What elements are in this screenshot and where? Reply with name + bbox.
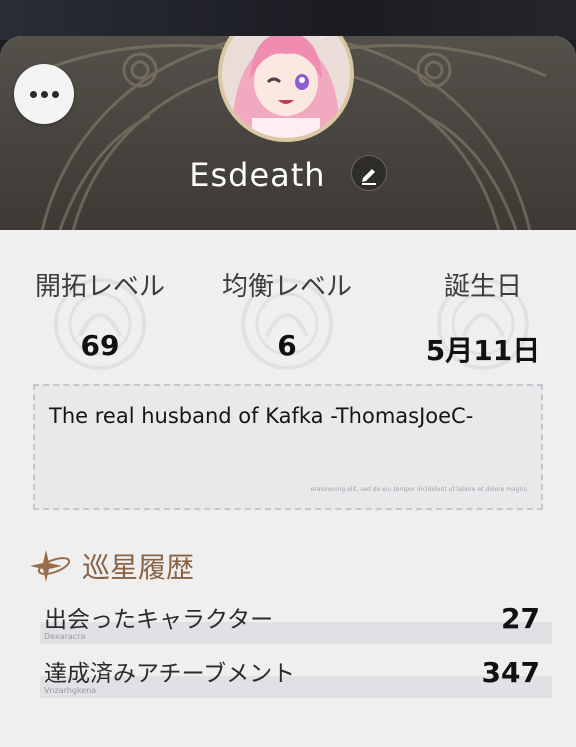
stat-label: 開拓レベル — [34, 272, 165, 302]
stat-label: 誕生日 — [443, 272, 522, 302]
stat-value: 5月11日 — [425, 334, 541, 367]
sparkle-star-icon — [30, 550, 71, 582]
history-title-text: 巡星履歴 — [82, 551, 195, 584]
stat-value: 6 — [277, 329, 297, 362]
stats-row: 開拓レベル 69 均衡レベル 6 誕生日 5月11日 — [0, 266, 576, 370]
history-section-title: 巡星履歴 — [28, 544, 194, 588]
bio-box[interactable]: The real husband of Kafka -ThomasJoeC- e… — [33, 384, 543, 510]
username: Esdeath — [189, 156, 326, 194]
bio-text: The real husband of Kafka -ThomasJoeC- — [49, 404, 474, 428]
stat-label: 均衡レベル — [221, 272, 352, 302]
row-value: 27 — [501, 602, 540, 635]
stat-value: 69 — [80, 329, 120, 362]
more-icon-dot — [51, 90, 59, 98]
bio-decoration: erasowning elit, sed do eiu tempor incid… — [310, 486, 527, 493]
avatar-character-image — [222, 36, 350, 138]
history-row-achievements: 達成済みアチーブメント Vnzarhgkena 347 — [40, 654, 552, 698]
status-bar — [0, 0, 576, 40]
stat-birthday: 誕生日 5月11日 — [398, 266, 568, 370]
row-value: 347 — [481, 656, 540, 689]
row-sublabel: Dexaracra — [44, 632, 86, 641]
row-sublabel: Vnzarhgkena — [44, 686, 97, 695]
more-icon-dot — [40, 90, 48, 98]
stat-trailblaze-level: 開拓レベル 69 — [15, 266, 185, 370]
username-row: Esdeath — [0, 154, 576, 194]
row-label: 出会ったキャラクター — [44, 607, 274, 633]
profile-card: Esdeath 開拓レベル 69 均衡レベル 6 誕生日 5月11日 The r… — [0, 36, 576, 747]
more-options-button[interactable] — [14, 64, 74, 124]
stat-equilibrium-level: 均衡レベル 6 — [202, 266, 372, 370]
more-icon — [29, 90, 37, 98]
edit-icon — [361, 169, 376, 185]
row-label: 達成済みアチーブメント — [44, 661, 296, 687]
edit-name-button[interactable] — [350, 155, 387, 191]
history-row-characters: 出会ったキャラクター Dexaracra 27 — [40, 600, 552, 644]
